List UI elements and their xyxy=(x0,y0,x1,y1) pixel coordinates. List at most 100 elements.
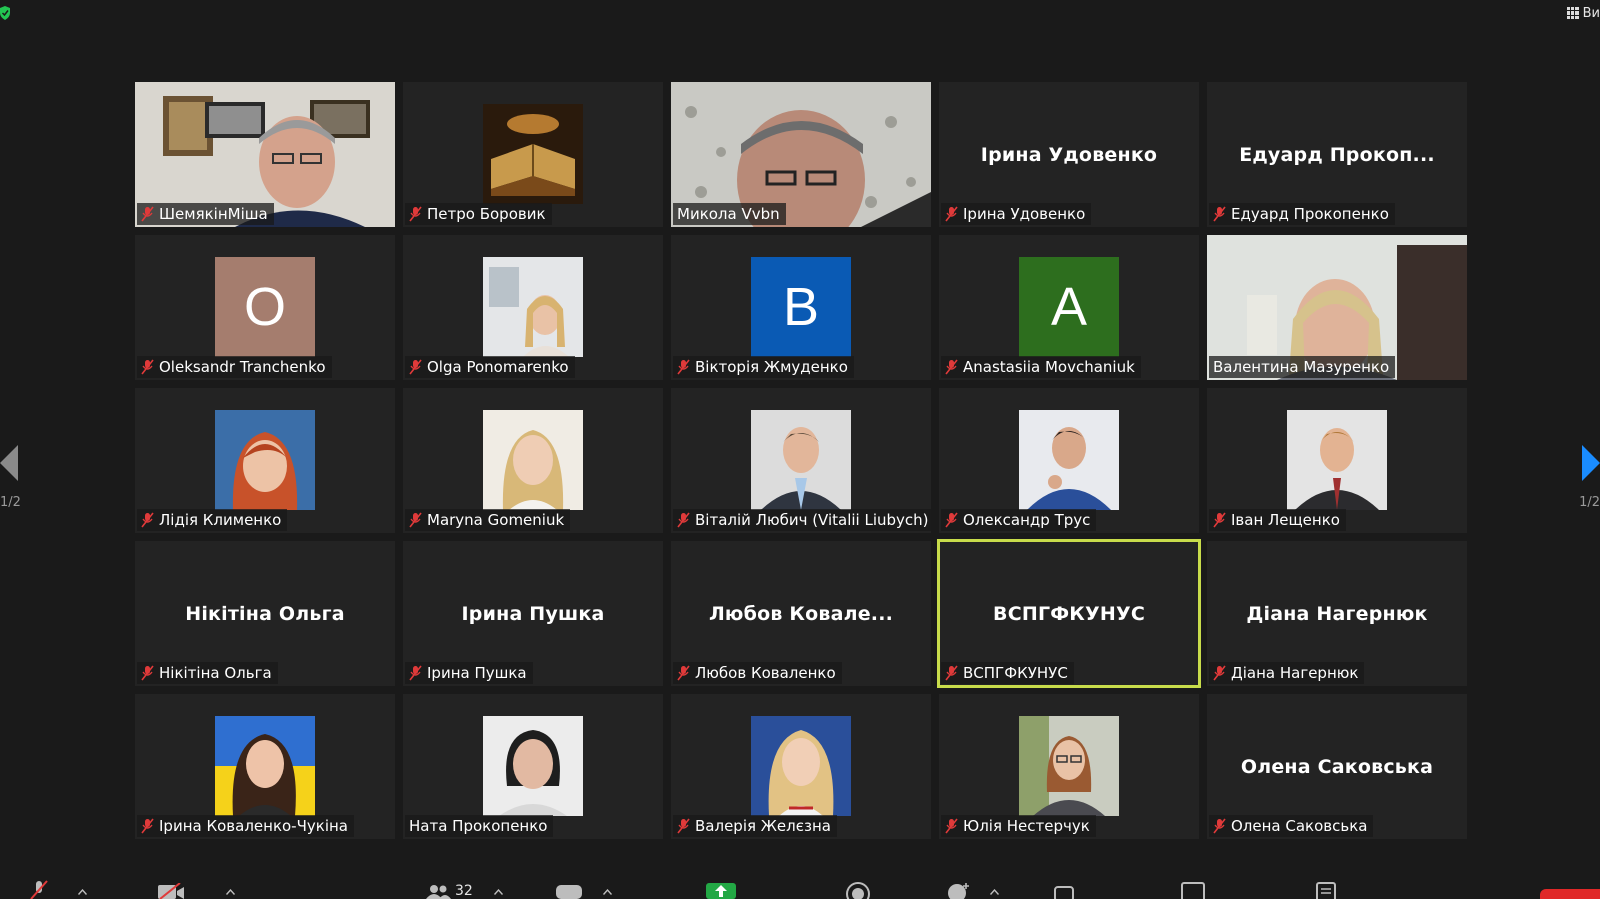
chat-options-caret-icon[interactable] xyxy=(603,889,612,895)
whiteboard-icon xyxy=(1181,882,1205,899)
participant-name-label: Olga Ponomarenko xyxy=(405,356,575,378)
participant-name-label: Едуард Прокопенко xyxy=(1209,203,1395,225)
participant-name-label: Петро Боровик xyxy=(405,203,552,225)
participant-tile[interactable]: Ірина Пушка Ірина Пушка xyxy=(403,541,663,686)
participant-photo xyxy=(483,716,583,816)
muted-mic-icon xyxy=(1213,665,1226,681)
participant-display-name: Едуард Прокоп... xyxy=(1239,144,1435,166)
participant-tile[interactable]: Едуард Прокоп... Едуард Прокопенко xyxy=(1207,82,1467,227)
participant-name-label: Ірина Коваленко-Чукіна xyxy=(137,815,354,837)
participant-tile[interactable]: Микола Vvbn xyxy=(671,82,931,227)
participant-tile[interactable]: Віталій Любич (Vitalii Liubych) xyxy=(671,388,931,533)
page-indicator-right: 1/2 xyxy=(1579,495,1600,510)
muted-mic-icon xyxy=(409,206,422,222)
share-screen-button[interactable] xyxy=(706,881,736,899)
participant-tile[interactable]: Олександр Трус xyxy=(939,388,1199,533)
audio-options-caret-icon[interactable] xyxy=(78,889,87,895)
participant-photo xyxy=(215,410,315,510)
view-button[interactable]: Ви xyxy=(1566,2,1600,24)
participant-tile[interactable]: Ната Прокопенко xyxy=(403,694,663,839)
participant-display-name: Нікітіна Ольга xyxy=(185,603,345,625)
participant-tile[interactable]: Нікітіна Ольга Нікітіна Ольга xyxy=(135,541,395,686)
participant-tile[interactable]: Петро Боровик xyxy=(403,82,663,227)
muted-mic-icon xyxy=(945,512,958,528)
participant-initial-avatar: A xyxy=(1019,257,1119,357)
muted-mic-icon xyxy=(141,512,154,528)
end-meeting-button[interactable] xyxy=(1540,889,1600,899)
participant-tile[interactable]: Іван Лещенко xyxy=(1207,388,1467,533)
reactions-options-caret-icon[interactable] xyxy=(990,889,999,895)
participant-name-label: Валентина Мазуренко xyxy=(1209,356,1396,378)
participant-name-label: Любов Коваленко xyxy=(673,662,842,684)
participant-tile[interactable]: Maryna Gomeniuk xyxy=(403,388,663,533)
participant-tile[interactable]: O Oleksandr Tranchenko xyxy=(135,235,395,380)
participant-name-label: Maryna Gomeniuk xyxy=(405,509,571,531)
chat-icon xyxy=(556,885,582,899)
muted-mic-icon xyxy=(945,665,958,681)
video-options-caret-icon[interactable] xyxy=(226,889,235,895)
reactions-button[interactable] xyxy=(946,881,972,899)
gallery-grid: ШемякінМіша Петро Боровик Микола Vvbn Ір… xyxy=(135,82,1467,839)
participant-name-label: ВСПГФКУНУС xyxy=(941,662,1074,684)
participant-name-label: ШемякінМіша xyxy=(137,203,274,225)
participant-tile[interactable]: Валентина Мазуренко xyxy=(1207,235,1467,380)
participant-tile[interactable]: Юлія Нестерчук xyxy=(939,694,1199,839)
participant-tile[interactable]: A Anastasiia Movchaniuk xyxy=(939,235,1199,380)
participant-photo xyxy=(483,104,583,204)
participant-name-label: Лідія Клименко xyxy=(137,509,288,531)
next-page-arrow-icon[interactable] xyxy=(1580,445,1600,481)
participant-tile[interactable]: Ірина Коваленко-Чукіна xyxy=(135,694,395,839)
participants-button[interactable]: 32 xyxy=(425,883,473,899)
mute-button[interactable] xyxy=(28,879,50,899)
muted-mic-icon xyxy=(409,512,422,528)
participant-name-label: Олена Саковська xyxy=(1209,815,1374,837)
participant-name-label: Нікітіна Ольга xyxy=(137,662,278,684)
participant-display-name: Олена Саковська xyxy=(1240,756,1434,778)
participant-photo xyxy=(751,410,851,510)
participant-name-label: Валерія Желєзна xyxy=(673,815,837,837)
participants-count: 32 xyxy=(455,883,473,899)
participant-photo xyxy=(215,716,315,816)
share-screen-icon xyxy=(706,883,736,899)
notes-icon xyxy=(1316,882,1336,899)
record-button[interactable] xyxy=(845,881,871,899)
meeting-toolbar: 32 xyxy=(0,875,1600,899)
muted-mic-icon xyxy=(677,665,690,681)
participant-tile[interactable]: Olga Ponomarenko xyxy=(403,235,663,380)
participant-tile[interactable]: Лідія Клименко xyxy=(135,388,395,533)
whiteboard-button[interactable] xyxy=(1180,881,1206,899)
participant-display-name: Ірина Пушка xyxy=(461,603,605,625)
page-indicator-left: 1/2 xyxy=(0,495,21,510)
muted-mic-icon xyxy=(945,359,958,375)
participant-photo xyxy=(1287,410,1387,510)
muted-mic-icon xyxy=(677,818,690,834)
participant-tile[interactable]: ШемякінМіша xyxy=(135,82,395,227)
participants-options-caret-icon[interactable] xyxy=(494,889,503,895)
muted-mic-icon xyxy=(945,818,958,834)
apps-button[interactable] xyxy=(1052,881,1078,899)
muted-mic-icon xyxy=(945,206,958,222)
participant-name-label: Ірина Пушка xyxy=(405,662,533,684)
participant-tile[interactable]: Ірина Удовенко Ірина Удовенко xyxy=(939,82,1199,227)
notes-button[interactable] xyxy=(1315,881,1337,899)
muted-mic-icon xyxy=(409,359,422,375)
muted-mic-icon xyxy=(141,818,154,834)
view-button-label: Ви xyxy=(1582,5,1600,21)
chat-button[interactable] xyxy=(556,883,582,899)
participant-tile[interactable]: B Вікторія Жмуденко xyxy=(671,235,931,380)
video-off-icon xyxy=(158,883,184,899)
muted-mic-icon xyxy=(1213,818,1226,834)
participant-name-label: Микола Vvbn xyxy=(673,203,786,225)
security-shield-icon[interactable] xyxy=(0,6,10,20)
stop-video-button[interactable] xyxy=(156,883,186,899)
participant-tile-active-speaker[interactable]: ВСПГФКУНУС ВСПГФКУНУС xyxy=(937,539,1201,688)
participant-tile[interactable]: Валерія Желєзна xyxy=(671,694,931,839)
participant-tile[interactable]: Любов Ковале... Любов Коваленко xyxy=(671,541,931,686)
participant-tile[interactable]: Олена Саковська Олена Саковська xyxy=(1207,694,1467,839)
participant-tile[interactable]: Діана Нагернюк Діана Нагернюк xyxy=(1207,541,1467,686)
participant-name-label: Іван Лещенко xyxy=(1209,509,1346,531)
participants-icon xyxy=(426,885,451,899)
reactions-smiley-icon xyxy=(948,883,969,899)
muted-mic-icon xyxy=(141,665,154,681)
previous-page-arrow-icon[interactable] xyxy=(0,445,20,481)
